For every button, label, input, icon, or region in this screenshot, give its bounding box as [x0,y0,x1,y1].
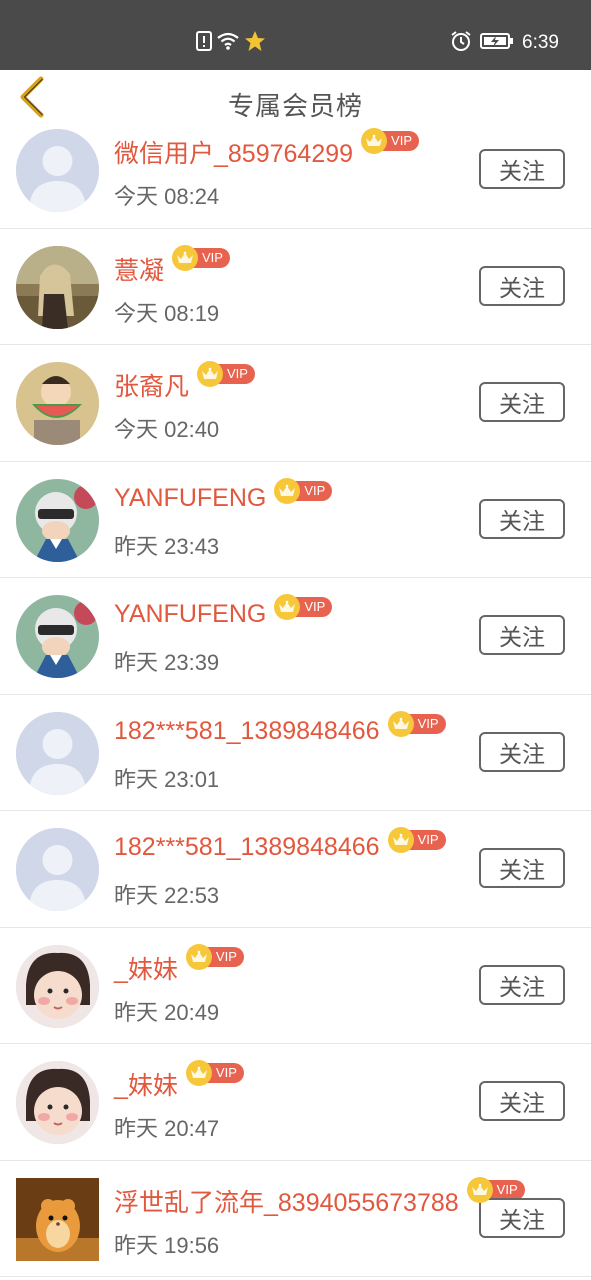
list-item[interactable]: _妹妹 VIP 昨天 20:49 关注 [0,928,591,1044]
status-icons-right: 6:39 [450,30,559,57]
avatar[interactable] [16,944,99,1028]
member-name: 182***581_1389848466 VIP [114,827,446,862]
alarm-icon [450,30,472,57]
list-item[interactable]: 182***581_1389848466 VIP 昨天 22:53 关注 [0,811,591,928]
follow-button[interactable]: 关注 [479,615,565,655]
vip-badge: VIP [387,710,446,737]
list-item[interactable]: YANFUFENG VIP 昨天 23:43 关注 [0,462,591,578]
member-time: 今天 08:24 [114,184,220,209]
member-name-text: 薏凝 [114,256,165,285]
member-name-text: 张裔凡 [114,373,190,401]
avatar[interactable] [16,245,99,329]
member-name: 微信用户_859764299 VIP [114,128,420,170]
avatar[interactable] [16,595,99,678]
avatar[interactable] [16,362,99,445]
list-item[interactable]: 182***581_1389848466 VIP 昨天 23:01 关注 [0,695,591,811]
crown-icon [274,477,301,504]
member-name-text: _妹妹 [114,1072,178,1100]
member-name: _妹妹 VIP [114,1060,244,1102]
star-icon [244,30,266,56]
member-time: 今天 08:19 [114,300,220,326]
member-time: 昨天 20:47 [114,1116,220,1141]
vip-badge: VIP [274,477,333,504]
follow-button[interactable]: 关注 [479,265,565,306]
avatar[interactable] [16,129,99,212]
crown-icon [466,1176,493,1203]
follow-button[interactable]: 关注 [479,848,565,888]
member-name-text: YANFUFENG [114,483,267,512]
member-name: 张裔凡 VIP [114,361,255,403]
member-time: 昨天 19:56 [114,1232,220,1258]
crown-icon [185,943,212,970]
vip-badge: VIP [274,594,333,620]
member-name: YANFUFENG VIP [114,477,333,513]
vip-badge: VIP [172,244,230,271]
member-name: 182***581_1389848466 VIP [114,710,446,746]
follow-button[interactable]: 关注 [479,731,565,772]
avatar[interactable] [16,478,99,562]
member-name-text: 182***581_1389848466 [114,833,380,861]
vip-badge: VIP [197,361,255,387]
vip-badge: VIP [185,1060,244,1086]
list-item[interactable]: 微信用户_859764299 VIP 今天 08:24 关注 [0,112,591,229]
member-time: 昨天 23:39 [114,650,220,675]
avatar[interactable] [16,828,99,911]
member-name-text: 浮世乱了流年_8394055673788 [114,1188,459,1217]
list-item[interactable]: 浮世乱了流年_8394055673788 VIP 昨天 19:56 关注 [0,1161,591,1277]
follow-button[interactable]: 关注 [479,498,565,539]
member-name-text: YANFUFENG [114,600,267,628]
member-list: 微信用户_859764299 VIP 今天 08:24 关注 薏凝 VIP 今天 08:19… [0,112,591,1277]
follow-button[interactable]: 关注 [479,382,565,422]
member-name: 薏凝 VIP [114,244,230,287]
member-time: 昨天 23:43 [114,533,220,559]
vip-badge: VIP [361,128,420,154]
crown-icon [185,1060,212,1086]
member-time: 昨天 22:53 [114,883,220,908]
crown-icon [172,244,199,271]
crown-icon [387,710,414,737]
list-item[interactable]: 薏凝 VIP 今天 08:19 关注 [0,229,591,345]
member-name: YANFUFENG VIP [114,594,333,629]
status-bar: 6:39 [0,0,591,70]
member-name-text: _妹妹 [114,955,178,984]
crown-icon [361,128,388,154]
avatar[interactable] [16,1061,99,1144]
member-name: 浮世乱了流年_8394055673788 VIP [114,1176,525,1219]
list-item[interactable]: 张裔凡 VIP 今天 02:40 关注 [0,345,591,462]
status-icons-left [196,31,266,55]
wifi-icon [216,31,240,55]
member-time: 今天 02:40 [114,417,220,442]
follow-button[interactable]: 关注 [479,1081,565,1121]
status-time: 6:39 [522,32,559,53]
follow-button[interactable]: 关注 [479,149,565,189]
member-time: 昨天 20:49 [114,999,220,1025]
vip-badge: VIP [185,943,244,970]
battery-icon [480,32,514,55]
member-name-text: 微信用户_859764299 [114,140,354,168]
member-name: _妹妹 VIP [114,943,244,986]
vip-badge: VIP [387,827,446,853]
crown-icon [387,827,414,853]
member-time: 昨天 23:01 [114,766,220,792]
avatar[interactable] [16,1177,99,1261]
list-item[interactable]: _妹妹 VIP 昨天 20:47 关注 [0,1044,591,1161]
avatar[interactable] [16,711,99,795]
follow-button[interactable]: 关注 [479,964,565,1005]
alert-icon [196,31,212,55]
member-name-text: 182***581_1389848466 [114,716,380,745]
follow-button[interactable]: 关注 [479,1197,565,1238]
crown-icon [197,361,224,387]
list-item[interactable]: YANFUFENG VIP 昨天 23:39 关注 [0,578,591,695]
